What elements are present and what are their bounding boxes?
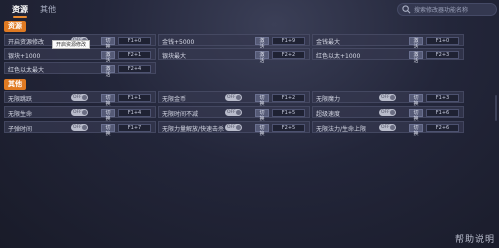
switch-button[interactable]: 切换 — [409, 109, 423, 122]
cheat-row-infinite-time: 无限时间不减 OFF 切换 F1+5 — [158, 106, 310, 122]
cheat-name: 开启资源修改 — [8, 39, 45, 46]
cheat-row-super-speed: 超级速度 OFF 切换 F1+6 — [312, 106, 464, 122]
hotkey-field[interactable]: F2+5 — [272, 124, 305, 132]
hotkey-field[interactable]: F2+4 — [118, 65, 151, 73]
switch-button[interactable]: 切换 — [255, 124, 269, 137]
cheat-row-red-ether-max: 红色以太最大 激活 F2+4 — [4, 62, 156, 78]
cheat-row-red-ether-plus: 红色以太+1000 激活 F2+3 — [312, 48, 464, 64]
hotkey-field[interactable]: F1+9 — [272, 37, 305, 45]
hotkey-field[interactable]: F1+4 — [118, 109, 151, 117]
switch-button[interactable]: 切换 — [255, 109, 269, 122]
search-icon — [402, 5, 411, 14]
toggle-switch[interactable]: OFF — [225, 124, 242, 131]
cheat-name: 无限魔力 — [316, 96, 341, 103]
cheat-name: 超级速度 — [316, 111, 341, 118]
activate-button[interactable]: 激活 — [255, 51, 269, 64]
cheat-name: 金钱+5000 — [162, 39, 195, 46]
cheat-name: 无限时间不减 — [162, 111, 199, 118]
switch-button[interactable]: 切换 — [409, 124, 423, 137]
toggle-switch[interactable]: OFF — [225, 109, 242, 116]
hotkey-field[interactable]: F2+6 — [426, 124, 459, 132]
toggle-switch[interactable]: OFF — [379, 94, 396, 101]
hotkey-field[interactable]: F2+1 — [118, 51, 151, 59]
toggle-switch[interactable]: OFF — [379, 109, 396, 116]
cheat-name: 红色以太最大 — [8, 67, 45, 74]
activate-button[interactable]: 激活 — [409, 37, 423, 50]
cheat-name: 金钱最大 — [316, 39, 341, 46]
hotkey-field[interactable]: F1+2 — [272, 94, 305, 102]
toggle-switch[interactable]: OFF — [71, 94, 88, 101]
activate-button[interactable]: 激活 — [409, 51, 423, 64]
cheat-name: 无限力量解放/快速击杀 — [162, 126, 225, 133]
toggle-switch[interactable]: OFF — [225, 94, 242, 101]
toggle-switch[interactable]: OFF — [379, 124, 396, 131]
section-title-other: 其他 — [4, 79, 26, 90]
tab-resources[interactable]: 资源 — [12, 4, 28, 18]
section-title-resources: 资源 — [4, 21, 26, 32]
activate-button[interactable]: 激活 — [101, 65, 115, 78]
cheat-name: 无限法力/生命上限 — [316, 126, 367, 133]
cheat-row-infinite-gold: 无限金币 OFF 切换 F1+2 — [158, 91, 310, 107]
switch-button[interactable]: 切换 — [101, 37, 115, 50]
hotkey-field[interactable]: F1+7 — [118, 124, 151, 132]
cheat-row-infinite-jump: 无限跳跃 OFF 切换 F1+1 — [4, 91, 156, 107]
switch-button[interactable]: 切换 — [255, 94, 269, 107]
cheat-row-silver-max: 银块最大 激活 F2+2 — [158, 48, 310, 64]
hotkey-field[interactable]: F1+0 — [426, 37, 459, 45]
cheat-name: 银块+1000 — [8, 53, 41, 60]
hotkey-field[interactable]: F1+0 — [118, 37, 151, 45]
cheat-name: 银块最大 — [162, 53, 187, 60]
activate-button[interactable]: 激活 — [255, 37, 269, 50]
cheat-row-power-release: 无限力量解放/快速击杀 OFF 切换 F2+5 — [158, 121, 310, 137]
hotkey-field[interactable]: F2+3 — [426, 51, 459, 59]
cheat-name: 子弹时间 — [8, 126, 33, 133]
hotkey-field[interactable]: F1+1 — [118, 94, 151, 102]
search-placeholder: 搜索修改器功能名称 — [414, 7, 469, 14]
tooltip: 开启资源修改 — [52, 40, 91, 49]
hotkey-field[interactable]: F1+3 — [426, 94, 459, 102]
top-bar: 资源 其他 搜索修改器功能名称 — [0, 0, 499, 20]
hotkey-field[interactable]: F1+6 — [426, 109, 459, 117]
cheat-row-infinite-mana: 无限魔力 OFF 切换 F1+3 — [312, 91, 464, 107]
search-box[interactable]: 搜索修改器功能名称 — [397, 3, 497, 16]
help-link[interactable]: 帮助说明 — [455, 232, 495, 245]
activate-button[interactable]: 激活 — [101, 51, 115, 64]
scrollbar[interactable] — [495, 95, 497, 121]
hotkey-field[interactable]: F1+5 — [272, 109, 305, 117]
switch-button[interactable]: 切换 — [409, 94, 423, 107]
cheat-row-money-plus: 金钱+5000 激活 F1+9 — [158, 34, 310, 50]
toggle-switch[interactable]: OFF — [71, 109, 88, 116]
switch-button[interactable]: 切换 — [101, 94, 115, 107]
cheat-row-mana-health-cap: 无限法力/生命上限 OFF 切换 F2+6 — [312, 121, 464, 137]
cheat-row-infinite-health: 无限生命 OFF 切换 F1+4 — [4, 106, 156, 122]
tab-other[interactable]: 其他 — [40, 4, 56, 15]
cheat-row-bullet-time: 子弹时间 OFF 切换 F1+7 — [4, 121, 156, 137]
cheat-name: 无限跳跃 — [8, 96, 33, 103]
cheat-name: 红色以太+1000 — [316, 53, 361, 60]
hotkey-field[interactable]: F2+2 — [272, 51, 305, 59]
cheat-name: 无限金币 — [162, 96, 187, 103]
switch-button[interactable]: 切换 — [101, 124, 115, 137]
switch-button[interactable]: 切换 — [101, 109, 115, 122]
cheat-name: 无限生命 — [8, 111, 33, 118]
toggle-switch[interactable]: OFF — [71, 124, 88, 131]
cheat-row-money-max: 金钱最大 激活 F1+0 — [312, 34, 464, 50]
